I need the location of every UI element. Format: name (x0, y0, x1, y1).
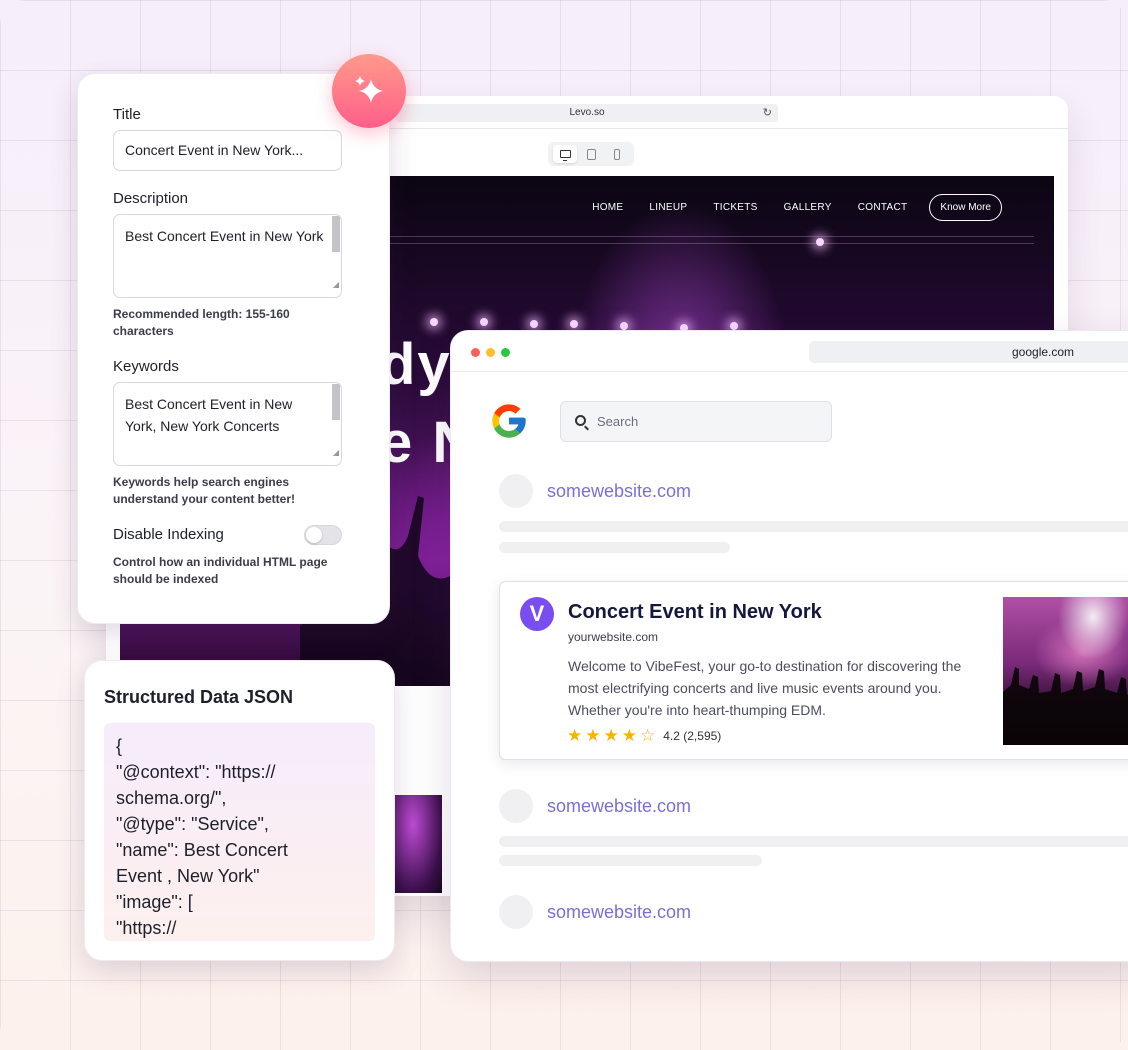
levo-url-bar[interactable]: Levo.so ↻ (396, 104, 778, 122)
json-line: "name": Best Concert (116, 840, 288, 860)
structured-data-card: Structured Data JSON { "@context": "http… (84, 660, 395, 961)
search-result-stub: somewebsite.com (499, 895, 691, 929)
stage-light (730, 322, 738, 330)
textarea-scrollbar[interactable] (332, 384, 340, 420)
stage-light (530, 320, 538, 328)
google-search-input[interactable]: Search (560, 401, 832, 442)
result-thumbnail (1003, 597, 1128, 745)
site-favicon-placeholder (499, 474, 533, 508)
window-maximize-dot[interactable] (501, 348, 510, 357)
desktop-icon (559, 150, 571, 161)
gallery-thumbnail (394, 795, 442, 893)
description-help: Recommended length: 155-160 characters (113, 307, 290, 338)
search-result-stub: somewebsite.com (499, 474, 691, 508)
star-icon: ★ (621, 726, 637, 745)
json-line: schema.org/", (116, 788, 227, 808)
result-avatar: V (520, 597, 554, 631)
toggle-knob (306, 527, 322, 543)
hero-navigation: HOME LINEUP TICKETS GALLERY CONTACT Know… (592, 194, 1002, 221)
structured-data-title: Structured Data JSON (104, 687, 294, 707)
nav-contact[interactable]: CONTACT (858, 202, 908, 213)
tablet-view-button[interactable] (579, 145, 603, 163)
description-value: Best Concert Event in New York (125, 228, 324, 244)
json-line: { (116, 736, 123, 756)
nav-gallery[interactable]: GALLERY (784, 202, 832, 213)
nav-home[interactable]: HOME (592, 202, 623, 213)
result-title[interactable]: Concert Event in New York (568, 601, 822, 624)
textarea-scrollbar[interactable] (332, 216, 340, 252)
search-placeholder: Search (597, 414, 639, 429)
stage-light (570, 320, 578, 328)
window-minimize-dot[interactable] (486, 348, 495, 357)
device-switcher (548, 142, 634, 166)
keywords-value: Best Concert Event in New York, New York… (125, 396, 293, 434)
google-logo-icon (492, 404, 526, 438)
stage-light (480, 318, 488, 326)
resize-handle-icon[interactable]: ◢ (333, 274, 339, 296)
search-result-stub: somewebsite.com (499, 789, 691, 823)
title-input[interactable]: Concert Event in New York... (113, 130, 342, 171)
json-code-block[interactable]: { "@context": "https:// schema.org/", "@… (104, 723, 375, 941)
ai-sparkle-button[interactable] (332, 54, 406, 128)
resize-handle-icon[interactable]: ◢ (333, 442, 339, 464)
site-favicon-placeholder (499, 895, 533, 929)
reload-icon[interactable]: ↻ (763, 104, 772, 122)
crowd-silhouette (1003, 667, 1128, 745)
keywords-textarea[interactable]: Best Concert Event in New York, New York… (113, 382, 342, 466)
result-rating: ★ ★ ★ ★ ☆ 4.2 (2,595) (567, 727, 721, 745)
nav-lineup[interactable]: LINEUP (649, 202, 687, 213)
window-close-dot[interactable] (471, 348, 480, 357)
star-icon: ★ (567, 726, 583, 745)
disable-indexing-toggle[interactable] (304, 525, 342, 545)
star-outline-icon: ☆ (640, 726, 656, 745)
json-line: "@context": "https:// (116, 762, 276, 782)
rating-text: 4.2 (2,595) (663, 729, 722, 743)
site-favicon-placeholder (499, 789, 533, 823)
json-line: "image": [ (116, 892, 193, 912)
google-divider (451, 371, 1128, 372)
levo-url-text: Levo.so (569, 107, 605, 118)
sparkle-icon (355, 76, 383, 103)
keywords-label: Keywords (113, 358, 179, 375)
result-domain: yourwebsite.com (568, 630, 659, 644)
description-label: Description (113, 190, 189, 207)
skeleton-line (499, 855, 762, 866)
json-line: "@type": "Service", (116, 814, 269, 834)
site-link[interactable]: somewebsite.com (547, 796, 691, 817)
skeleton-line (499, 836, 1128, 847)
keywords-help: Keywords help search engines understand … (113, 475, 296, 506)
stage-light (430, 318, 438, 326)
site-link[interactable]: somewebsite.com (547, 481, 691, 502)
phone-view-button[interactable] (605, 145, 629, 163)
know-more-button[interactable]: Know More (929, 194, 1002, 221)
disable-indexing-label: Disable Indexing (113, 526, 224, 543)
stage-light (620, 322, 628, 330)
featured-search-result[interactable]: V Concert Event in New York yourwebsite.… (499, 581, 1128, 760)
desktop-view-button[interactable] (553, 145, 577, 163)
site-link[interactable]: somewebsite.com (547, 902, 691, 923)
title-label: Title (113, 106, 141, 123)
seo-settings-card: Title Concert Event in New York... Descr… (77, 73, 390, 624)
google-preview-window: google.com Search somewebsite.com V Conc… (450, 330, 1128, 962)
google-url-bar[interactable]: google.com (809, 341, 1128, 363)
star-icon: ★ (585, 726, 601, 745)
json-line: Event , New York" (116, 866, 260, 886)
stage-light (816, 238, 824, 246)
result-description: Welcome to VibeFest, your go-to destinat… (568, 658, 962, 718)
phone-icon (614, 148, 620, 160)
description-textarea[interactable]: Best Concert Event in New York ◢ (113, 214, 342, 298)
json-line: "https:// (116, 918, 177, 938)
nav-tickets[interactable]: TICKETS (713, 202, 757, 213)
search-icon (575, 415, 586, 426)
skeleton-line (499, 521, 1128, 532)
indexing-help: Control how an individual HTML page shou… (113, 555, 328, 586)
tablet-icon (586, 148, 596, 160)
skeleton-line (499, 542, 730, 553)
star-icon: ★ (603, 726, 619, 745)
